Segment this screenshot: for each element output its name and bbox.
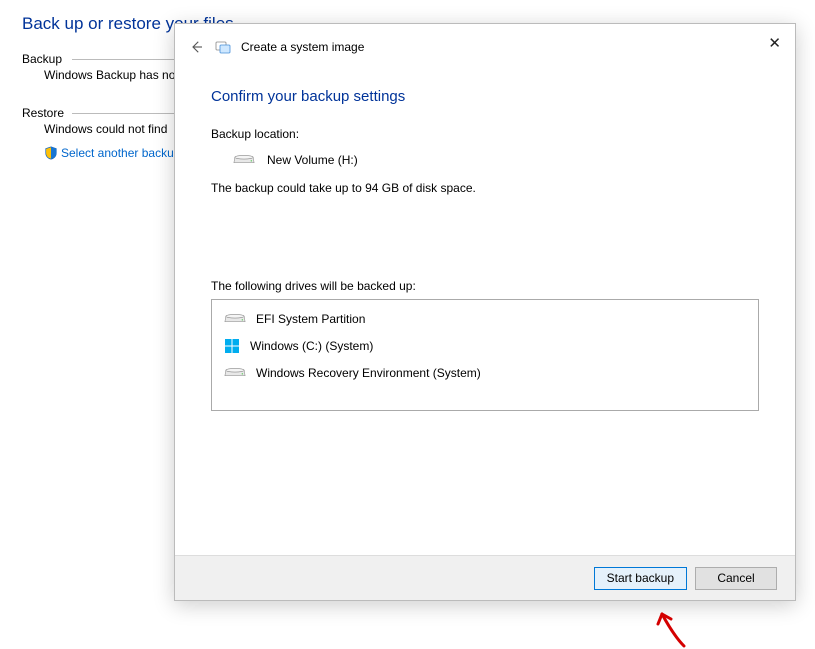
system-image-icon [215, 39, 231, 55]
list-item[interactable]: Windows Recovery Environment (System) [212, 360, 758, 386]
list-item[interactable]: Windows (C:) (System) [212, 332, 758, 360]
back-arrow-icon[interactable] [187, 38, 205, 56]
backup-location-row: New Volume (H:) [233, 153, 759, 167]
backup-location-value: New Volume (H:) [267, 153, 358, 167]
confirm-heading: Confirm your backup settings [211, 88, 759, 105]
backup-location-label: Backup location: [211, 127, 759, 141]
disk-space-text: The backup could take up to 94 GB of dis… [211, 181, 759, 195]
windows-logo-icon [224, 338, 240, 354]
hard-drive-icon [233, 153, 255, 167]
drive-name: Windows (C:) (System) [250, 339, 373, 353]
drive-name: EFI System Partition [256, 312, 365, 326]
create-system-image-dialog: ✕ Create a system image Confirm your bac… [174, 23, 796, 601]
list-item[interactable]: EFI System Partition [212, 306, 758, 332]
drives-to-backup-label: The following drives will be backed up: [211, 279, 759, 293]
close-button[interactable]: ✕ [768, 34, 781, 52]
start-backup-button[interactable]: Start backup [594, 567, 687, 590]
dialog-footer: Start backup Cancel [175, 555, 795, 600]
dialog-header: Create a system image [175, 24, 795, 64]
dialog-body: Confirm your backup settings Backup loca… [175, 64, 795, 421]
wizard-title: Create a system image [241, 40, 364, 54]
hard-drive-icon [224, 312, 246, 326]
cancel-button[interactable]: Cancel [695, 567, 777, 590]
shield-icon [44, 146, 58, 160]
hard-drive-icon [224, 366, 246, 380]
select-another-backup-link[interactable]: Select another backu [44, 146, 174, 160]
link-text: Select another backu [61, 146, 174, 160]
drive-name: Windows Recovery Environment (System) [256, 366, 481, 380]
drives-listbox[interactable]: EFI System Partition Windows (C:) (Syste… [211, 299, 759, 411]
